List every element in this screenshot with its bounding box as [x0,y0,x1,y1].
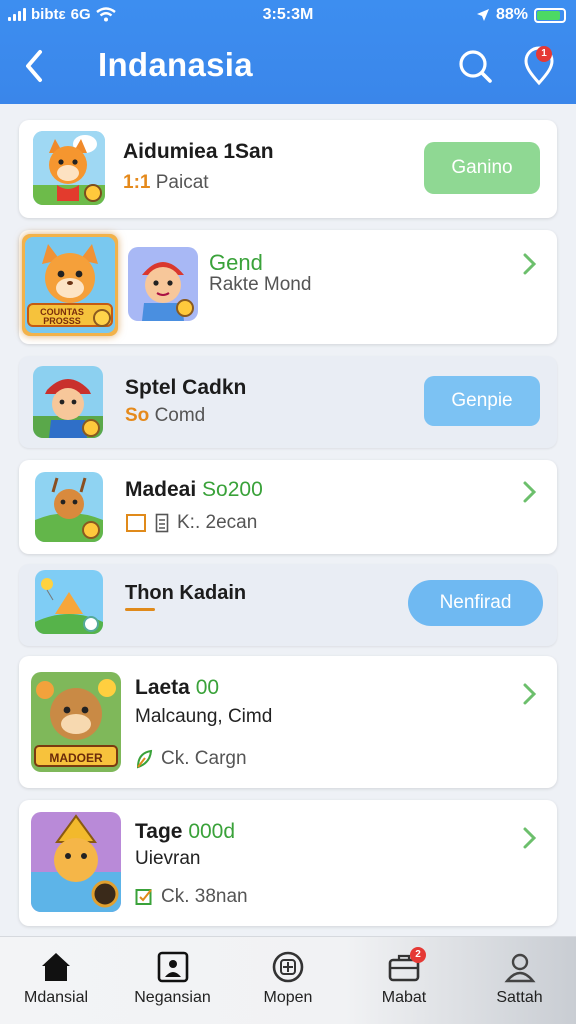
location-arrow-icon [476,9,489,21]
signal-icon [8,8,26,21]
nav-wallet[interactable]: 2 Mabat [348,937,460,1024]
chevron-right-icon[interactable] [519,824,539,852]
item-subtitle: Ck. 38nan [161,886,248,907]
action-button[interactable]: Nenfirad [408,580,543,626]
nav-label: Mabat [381,989,427,1006]
explorer-character-icon [33,366,103,438]
chevron-right-icon[interactable] [519,250,539,278]
leaf-icon [136,749,153,769]
item-title: Madeai [125,478,197,501]
wifi-icon [95,7,116,22]
item-count: 1:1 [123,172,151,193]
item-title: Aidumiea 1San [123,140,274,163]
list-item[interactable]: Sptel Cadkn So Comd Genpie [19,356,557,448]
game-thumbnail [33,366,103,438]
nav-profile[interactable]: Sattah [463,937,576,1024]
item-subtitle: K:. 2ecan [177,512,258,533]
balloon-fox-icon [35,570,103,634]
item-title: Gend [209,250,263,275]
portrait-icon [157,951,188,983]
deer-character-icon [35,472,103,542]
nav-label: Mdansial [23,989,89,1006]
document-icon [155,513,169,533]
square-icon [126,514,146,532]
battery-icon [534,7,566,23]
game-thumbnail [35,570,103,634]
game-thumbnail [35,472,103,542]
game-thumbnail [128,247,198,321]
search-icon[interactable] [456,46,494,86]
checkbox-icon [135,889,152,905]
kid-character-icon [128,247,198,321]
item-line2: Malcaung, Cimd [135,706,273,727]
nav-home[interactable]: Mdansial [0,937,112,1024]
item-title-accent: 00 [195,676,220,699]
fox-chef-icon [33,131,105,205]
bottom-navigation: Mdansial Negansian Mopen 2 Mabat Sattah [0,936,576,1024]
home-icon [42,953,70,981]
chevron-right-icon[interactable] [519,680,539,708]
status-bar: bibtε 6G 3:5:3M 88% [0,6,576,28]
clock: 3:5:3M [262,6,314,23]
thumbnail-caption: MADOER [49,751,103,765]
list-item[interactable]: Aidumiea 1San 1:1 Paicat Ganino [19,120,557,218]
item-subtitle: Comd [154,405,206,426]
battery-percent: 88% [495,6,528,23]
nav-label: Sattah [496,989,543,1006]
warrior-fox-icon [31,812,121,912]
list-item[interactable]: Thon Kadain Nenfirad [19,564,557,646]
network-label: 6G [70,6,91,23]
game-thumbnail: MADOER [31,672,121,772]
item-title: Sptel Cadkn [125,376,247,399]
item-subtitle: Rakte Mond [209,274,312,295]
app-header: bibtε 6G 3:5:3M 88% Indanasia 1 [0,0,576,104]
page-title: Indanasia [98,46,253,83]
nav-open[interactable]: Mopen [232,937,344,1024]
game-thumbnail [33,131,105,205]
list-item[interactable]: Tage 000d Uievran Ck. 38nan [19,800,557,926]
nav-label: Negansian [134,989,211,1006]
progress-bar [125,608,155,611]
action-button[interactable]: Genpie [424,376,540,426]
item-subtitle: Paicat [155,172,209,193]
game-thumbnail [31,812,121,912]
item-title: Tage [135,820,183,843]
thumbnail-caption: COUNTAS PROSSS [40,307,84,326]
item-title-accent: 000d [188,820,236,843]
carrier-label: bibtε [31,6,66,23]
featured-game-thumbnail: COUNTAS PROSSS [22,234,118,336]
action-button[interactable]: Ganino [424,142,540,194]
item-count: So [125,405,150,426]
item-title-accent: So200 [202,478,263,501]
location-pin-button[interactable]: 1 [520,46,558,86]
notification-badge: 2 [410,947,426,963]
nav-portrait[interactable]: Negansian [115,937,230,1024]
list-item[interactable]: MADOER Laeta 00 Malcaung, Cimd Ck. Cargn [19,656,557,788]
notification-badge: 1 [536,46,552,62]
item-subtitle: Ck. Cargn [161,748,247,769]
item-line2: Uievran [135,848,201,869]
item-title: Thon Kadain [125,582,247,604]
back-arrow-icon[interactable] [20,46,52,86]
item-title: Laeta [135,676,190,699]
nav-label: Mopen [263,989,313,1006]
chevron-right-icon[interactable] [519,478,539,506]
user-icon [503,953,536,983]
app-icon [272,951,304,983]
list-item[interactable]: COUNTAS PROSSS Gend Rakte Mond [19,230,557,344]
list-item[interactable]: Madeai So200 K:. 2ecan [19,460,557,554]
